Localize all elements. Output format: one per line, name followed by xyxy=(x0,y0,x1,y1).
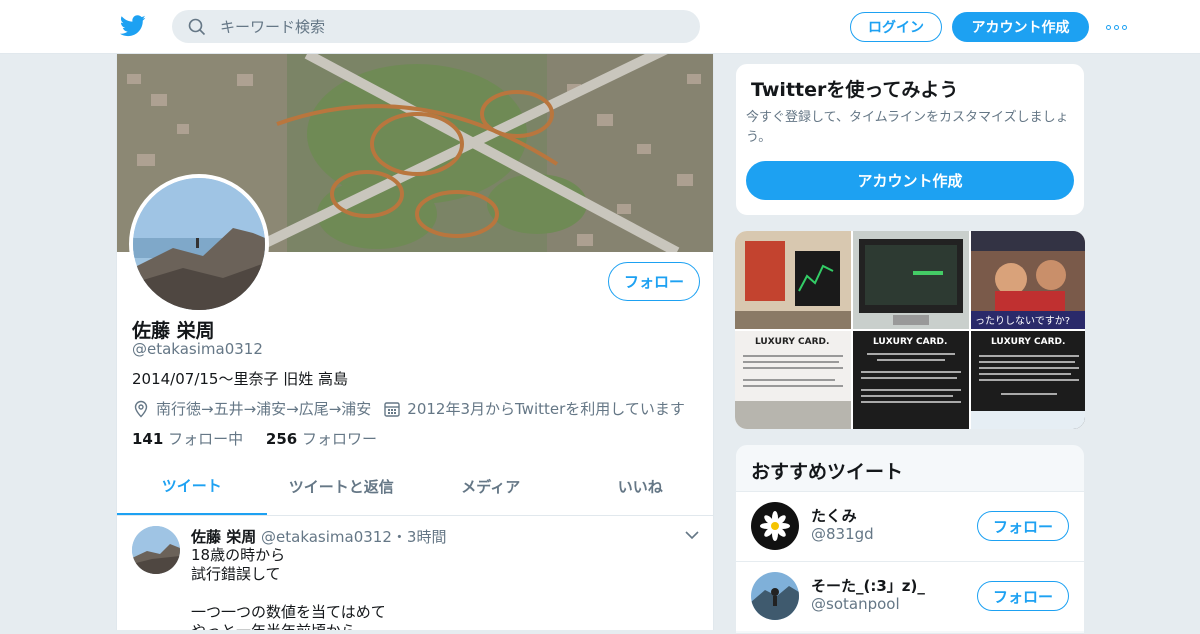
signup-card-button[interactable]: アカウント作成 xyxy=(746,161,1074,200)
tweet-separator: ・ xyxy=(391,528,407,546)
following-label: フォロー中 xyxy=(168,430,244,448)
search-icon xyxy=(188,18,206,35)
tweet-item[interactable]: 佐藤 栄周 @etakasima0312・3時間 18歳の時から 試行錯誤して … xyxy=(117,516,713,630)
profile-name[interactable]: 佐藤 栄周 xyxy=(132,316,215,343)
tweet-author-name[interactable]: 佐藤 栄周 xyxy=(191,528,256,546)
login-button[interactable]: ログイン xyxy=(850,12,942,42)
media-grid: ったりしないですか? LUXURY CARD. LUXURY CARD. LUX… xyxy=(735,231,1085,429)
profile-column: フォロー 佐藤 栄周 @etakasima0312 2014/07/15〜里奈子… xyxy=(116,54,714,630)
top-navigation-bar: ログイン アカウント作成 xyxy=(0,0,1200,54)
signup-card: Twitterを使ってみよう 今すぐ登録して、タイムラインをカスタマイズしましょ… xyxy=(735,63,1085,216)
following-link[interactable]: 141 フォロー中 xyxy=(132,430,243,448)
profile-counts: 141 フォロー中 256 フォロワー xyxy=(132,428,377,449)
signup-button[interactable]: アカウント作成 xyxy=(952,12,1089,42)
tweet-text: 18歳の時から 試行錯誤して 一つ一つの数値を当てはめて やっと一年半年前頃から xyxy=(191,546,386,630)
profile-location: 南行徳→五井→浦安→広尾→浦安 xyxy=(156,400,372,418)
tweet-avatar[interactable] xyxy=(132,526,180,574)
twitter-bird-icon[interactable] xyxy=(120,14,146,38)
followers-label: フォロワー xyxy=(301,430,377,448)
location-icon xyxy=(134,400,148,417)
followers-link[interactable]: 256 フォロワー xyxy=(266,430,377,448)
media-thumbnail[interactable]: LUXURY CARD. xyxy=(735,331,851,429)
tab-tweets[interactable]: ツイート xyxy=(117,458,267,515)
signup-card-title: Twitterを使ってみよう xyxy=(751,79,959,101)
recommended-follow-button[interactable]: フォロー xyxy=(977,511,1069,541)
recommended-user-handle[interactable]: @831gd xyxy=(811,525,874,543)
profile-meta: 南行徳→五井→浦安→広尾→浦安 2012年3月からTwitterを利用しています xyxy=(132,398,685,419)
profile-handle[interactable]: @etakasima0312 xyxy=(132,340,263,358)
tweet-header: 佐藤 栄周 @etakasima0312・3時間 xyxy=(191,526,446,547)
recommended-avatar[interactable] xyxy=(751,502,799,550)
tab-likes[interactable]: いいね xyxy=(566,458,714,515)
signup-card-description: 今すぐ登録して、タイムラインをカスタマイズしましょう。 xyxy=(746,110,1069,145)
media-thumbnail[interactable] xyxy=(853,231,969,329)
tab-media[interactable]: メディア xyxy=(416,458,566,515)
recommended-user[interactable]: そーた_(:3」z)_ @sotanpool フォロー xyxy=(736,561,1084,631)
recommended-avatar[interactable] xyxy=(751,572,799,620)
profile-tabs: ツイート ツイートと返信 メディア いいね xyxy=(117,458,714,516)
recommended-title: おすすめツイート xyxy=(751,461,904,483)
recommended-user-handle[interactable]: @sotanpool xyxy=(811,595,900,613)
followers-count: 256 xyxy=(265,430,298,448)
luxury-card-text: LUXURY CARD. xyxy=(991,337,1065,347)
media-thumbnail[interactable] xyxy=(735,231,851,329)
recommended-follow-button[interactable]: フォロー xyxy=(977,581,1069,611)
recommended-tweets-card: おすすめツイート たくみ @831gd フォロー そーた_(:3」z)_ @so… xyxy=(735,444,1085,634)
profile-avatar[interactable] xyxy=(129,174,269,314)
media-caption: ったりしないですか? xyxy=(975,315,1070,327)
profile-joined-date: 2012年3月からTwitterを利用しています xyxy=(407,400,685,418)
media-thumbnail[interactable]: LUXURY CARD. xyxy=(971,331,1085,429)
search-input[interactable] xyxy=(220,17,660,36)
recommended-user[interactable]: たくみ @831gd フォロー xyxy=(736,491,1084,561)
recommended-user-name[interactable]: そーた_(:3」z)_ xyxy=(811,575,925,596)
luxury-card-text: LUXURY CARD. xyxy=(873,337,947,347)
following-count: 141 xyxy=(132,430,164,448)
profile-bio: 2014/07/15〜里奈子 旧姓 高島 xyxy=(132,370,348,388)
tweet-author-handle[interactable]: @etakasima0312 xyxy=(261,528,392,546)
tab-tweets-and-replies[interactable]: ツイートと返信 xyxy=(267,458,417,515)
search-box[interactable] xyxy=(172,10,700,43)
luxury-card-text: LUXURY CARD. xyxy=(755,337,829,347)
chevron-down-icon[interactable] xyxy=(685,530,699,540)
media-thumbnail[interactable]: ったりしないですか? xyxy=(971,231,1085,329)
follow-button[interactable]: フォロー xyxy=(608,262,700,301)
recommended-user-name[interactable]: たくみ xyxy=(811,505,857,526)
calendar-icon xyxy=(384,401,400,417)
more-options-icon[interactable] xyxy=(1106,22,1130,32)
media-thumbnail[interactable]: LUXURY CARD. xyxy=(853,331,969,429)
tweet-time[interactable]: 3時間 xyxy=(407,528,447,546)
